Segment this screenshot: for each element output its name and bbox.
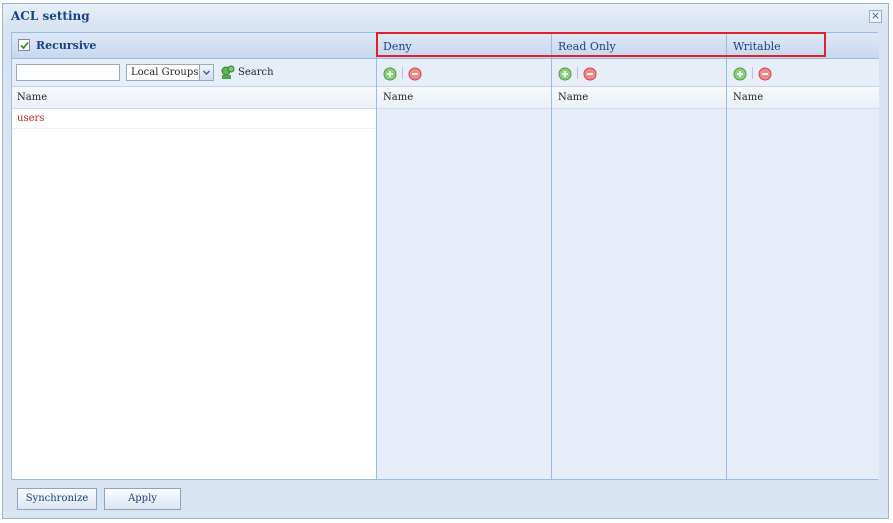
read-only-title: Read Only <box>558 40 616 53</box>
search-label: Search <box>238 67 274 78</box>
writable-toolbar <box>727 59 879 87</box>
acl-body: Recursive Local Groups Search Name users… <box>11 32 879 480</box>
synchronize-button[interactable]: Synchronize <box>17 488 97 510</box>
name-column-label: Name <box>17 92 48 103</box>
deny-panel: Deny Name <box>377 33 552 479</box>
name-column-header[interactable]: Name <box>12 87 376 109</box>
recursive-header: Recursive <box>12 33 376 59</box>
search-input[interactable] <box>16 64 120 81</box>
list-item-label: users <box>17 113 45 124</box>
toolbar-separator <box>577 67 578 79</box>
toolbar-separator <box>752 67 753 79</box>
read-only-name-header[interactable]: Name <box>552 87 726 109</box>
recursive-checkbox[interactable] <box>18 39 30 51</box>
toolbar-separator <box>402 67 403 79</box>
window-title: ACL setting <box>11 9 90 23</box>
writable-panel: Writable Name <box>727 33 879 479</box>
group-type-value: Local Groups <box>131 67 199 78</box>
read-only-panel: Read Only Name <box>552 33 727 479</box>
read-only-header: Read Only <box>552 33 726 59</box>
dropdown-arrow-icon[interactable] <box>199 65 213 80</box>
deny-toolbar <box>377 59 551 87</box>
remove-icon[interactable] <box>408 66 422 85</box>
remove-icon[interactable] <box>758 66 772 85</box>
deny-header: Deny <box>377 33 551 59</box>
footer-bar: Synchronize Apply <box>3 480 888 518</box>
titlebar: ACL setting × <box>3 4 888 30</box>
writable-name-label: Name <box>733 92 764 103</box>
writable-title: Writable <box>733 40 781 53</box>
search-icon <box>220 64 236 83</box>
group-type-select[interactable]: Local Groups <box>126 64 214 81</box>
list-item[interactable]: users <box>12 109 376 129</box>
add-icon[interactable] <box>383 66 397 85</box>
deny-title: Deny <box>383 40 412 53</box>
search-toolbar: Local Groups Search <box>12 59 376 87</box>
apply-button[interactable]: Apply <box>104 488 181 510</box>
read-only-name-label: Name <box>558 92 589 103</box>
writable-header: Writable <box>727 33 879 59</box>
acl-setting-window: ACL setting × Recursive Local Groups Sea… <box>2 3 889 519</box>
read-only-toolbar <box>552 59 726 87</box>
close-icon[interactable]: × <box>869 10 882 23</box>
remove-icon[interactable] <box>583 66 597 85</box>
add-icon[interactable] <box>733 66 747 85</box>
recursive-label: Recursive <box>36 39 97 52</box>
checkbox-icon <box>20 41 29 50</box>
writable-name-header[interactable]: Name <box>727 87 879 109</box>
user-group-panel: Recursive Local Groups Search Name users <box>12 33 377 479</box>
deny-name-header[interactable]: Name <box>377 87 551 109</box>
add-icon[interactable] <box>558 66 572 85</box>
deny-name-label: Name <box>383 92 414 103</box>
